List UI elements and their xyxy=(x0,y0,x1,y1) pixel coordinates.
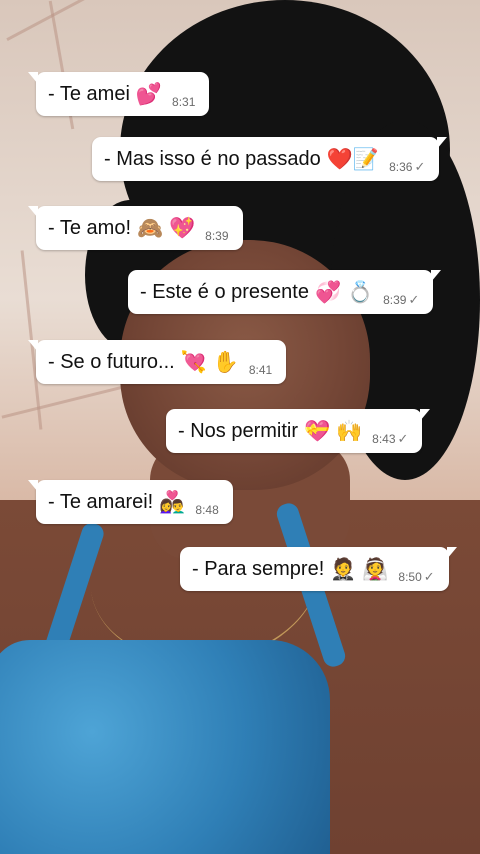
message-time: 8:36 xyxy=(389,160,413,174)
wall-tile-line xyxy=(6,0,114,41)
message-text: - Se o futuro... xyxy=(48,350,175,373)
message-bubble[interactable]: - Este é o presente 💞 💍 8:39 ✓ xyxy=(128,270,442,314)
message-time: 8:50 xyxy=(398,570,422,584)
read-check-icon: ✓ xyxy=(423,569,435,584)
read-check-icon: ✓ xyxy=(408,292,420,307)
message-bubble[interactable]: - Te amarei! 👩‍❤️‍👨 8:48 xyxy=(28,480,233,524)
message-emoji: 👩‍❤️‍👨 xyxy=(159,490,186,514)
message-time: 8:48 xyxy=(195,503,219,517)
message-emoji: 🤵 👰 xyxy=(330,557,389,581)
message-bubble[interactable]: - Mas isso é no passado ❤️📝 8:36 ✓ xyxy=(92,137,448,181)
message-time: 8:43 xyxy=(372,432,396,446)
message-text: - Mas isso é no passado xyxy=(104,147,321,170)
message-text: - Te amarei! xyxy=(48,490,154,513)
message-emoji: 💘 ✋ xyxy=(180,350,239,374)
message-bubble[interactable]: - Nos permitir 💝 🙌 8:43 ✓ xyxy=(166,409,431,453)
message-emoji: 💞 💍 xyxy=(314,280,374,304)
wall-tile-line xyxy=(1,384,129,419)
message-emoji: ❤️📝 xyxy=(326,147,380,171)
message-bubble[interactable]: - Te amo! 🙈 💖 8:39 xyxy=(28,206,243,250)
read-check-icon: ✓ xyxy=(397,431,409,446)
message-emoji: 🙈 💖 xyxy=(137,216,196,240)
message-bubble[interactable]: - Se o futuro... 💘 ✋ 8:41 xyxy=(27,340,287,384)
message-time: 8:41 xyxy=(248,363,273,377)
message-time: 8:39 xyxy=(383,293,407,307)
message-text: - Te amo! xyxy=(48,216,131,239)
message-text: - Te amei xyxy=(48,82,130,105)
message-time: 8:39 xyxy=(205,229,229,243)
message-text: - Este é o presente xyxy=(140,280,309,303)
message-text: - Para sempre! xyxy=(192,557,325,580)
read-check-icon: ✓ xyxy=(414,159,426,174)
blue-top xyxy=(0,640,330,854)
message-bubble[interactable]: - Para sempre! 🤵 👰 8:50 ✓ xyxy=(180,547,457,591)
message-text: - Nos permitir xyxy=(178,419,299,442)
message-emoji: 💝 🙌 xyxy=(304,419,363,443)
message-emoji: 💕 xyxy=(135,82,163,106)
message-time: 8:31 xyxy=(172,95,196,109)
message-bubble[interactable]: - Te amei 💕 8:31 xyxy=(27,72,210,116)
